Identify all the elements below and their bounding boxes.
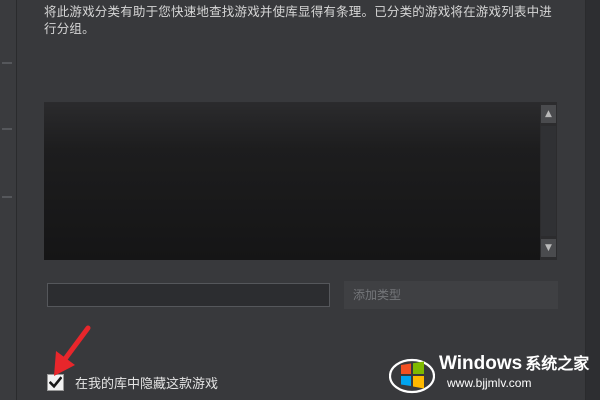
background-mark: [2, 128, 12, 130]
watermark: Windows 系统之家 www.bjjmlv.com: [389, 352, 594, 394]
watermark-url: www.bjjmlv.com: [447, 376, 532, 390]
scroll-up-button[interactable]: ▲: [541, 105, 556, 123]
watermark-title: Windows 系统之家: [439, 353, 589, 375]
category-list-scrollbar[interactable]: ▲ ▼: [540, 102, 557, 260]
background-panel-left: [0, 0, 16, 400]
dialog-description: 将此游戏分类有助于您快速地查找游戏并使库显得有条理。已分类的游戏将在游戏列表中进…: [44, 4, 553, 36]
add-category-button[interactable]: 添加类型: [344, 281, 558, 309]
red-arrow-icon: [54, 325, 91, 376]
set-category-dialog: 将此游戏分类有助于您快速地查找游戏并使库显得有条理。已分类的游戏将在游戏列表中进…: [16, 0, 586, 400]
watermark-brand: Windows: [439, 353, 523, 374]
category-list[interactable]: ▲ ▼: [44, 102, 557, 260]
background-mark: [2, 196, 12, 198]
scroll-track[interactable]: [541, 126, 556, 236]
background-mark: [2, 62, 12, 64]
background-panel-right: [584, 0, 600, 400]
scroll-down-button[interactable]: ▼: [541, 239, 556, 257]
category-name-input[interactable]: [47, 283, 330, 307]
screenshot: 将此游戏分类有助于您快速地查找游戏并使库显得有条理。已分类的游戏将在游戏列表中进…: [0, 0, 600, 400]
windows-logo-icon: [389, 358, 435, 394]
watermark-brand-cn: 系统之家: [525, 354, 590, 373]
